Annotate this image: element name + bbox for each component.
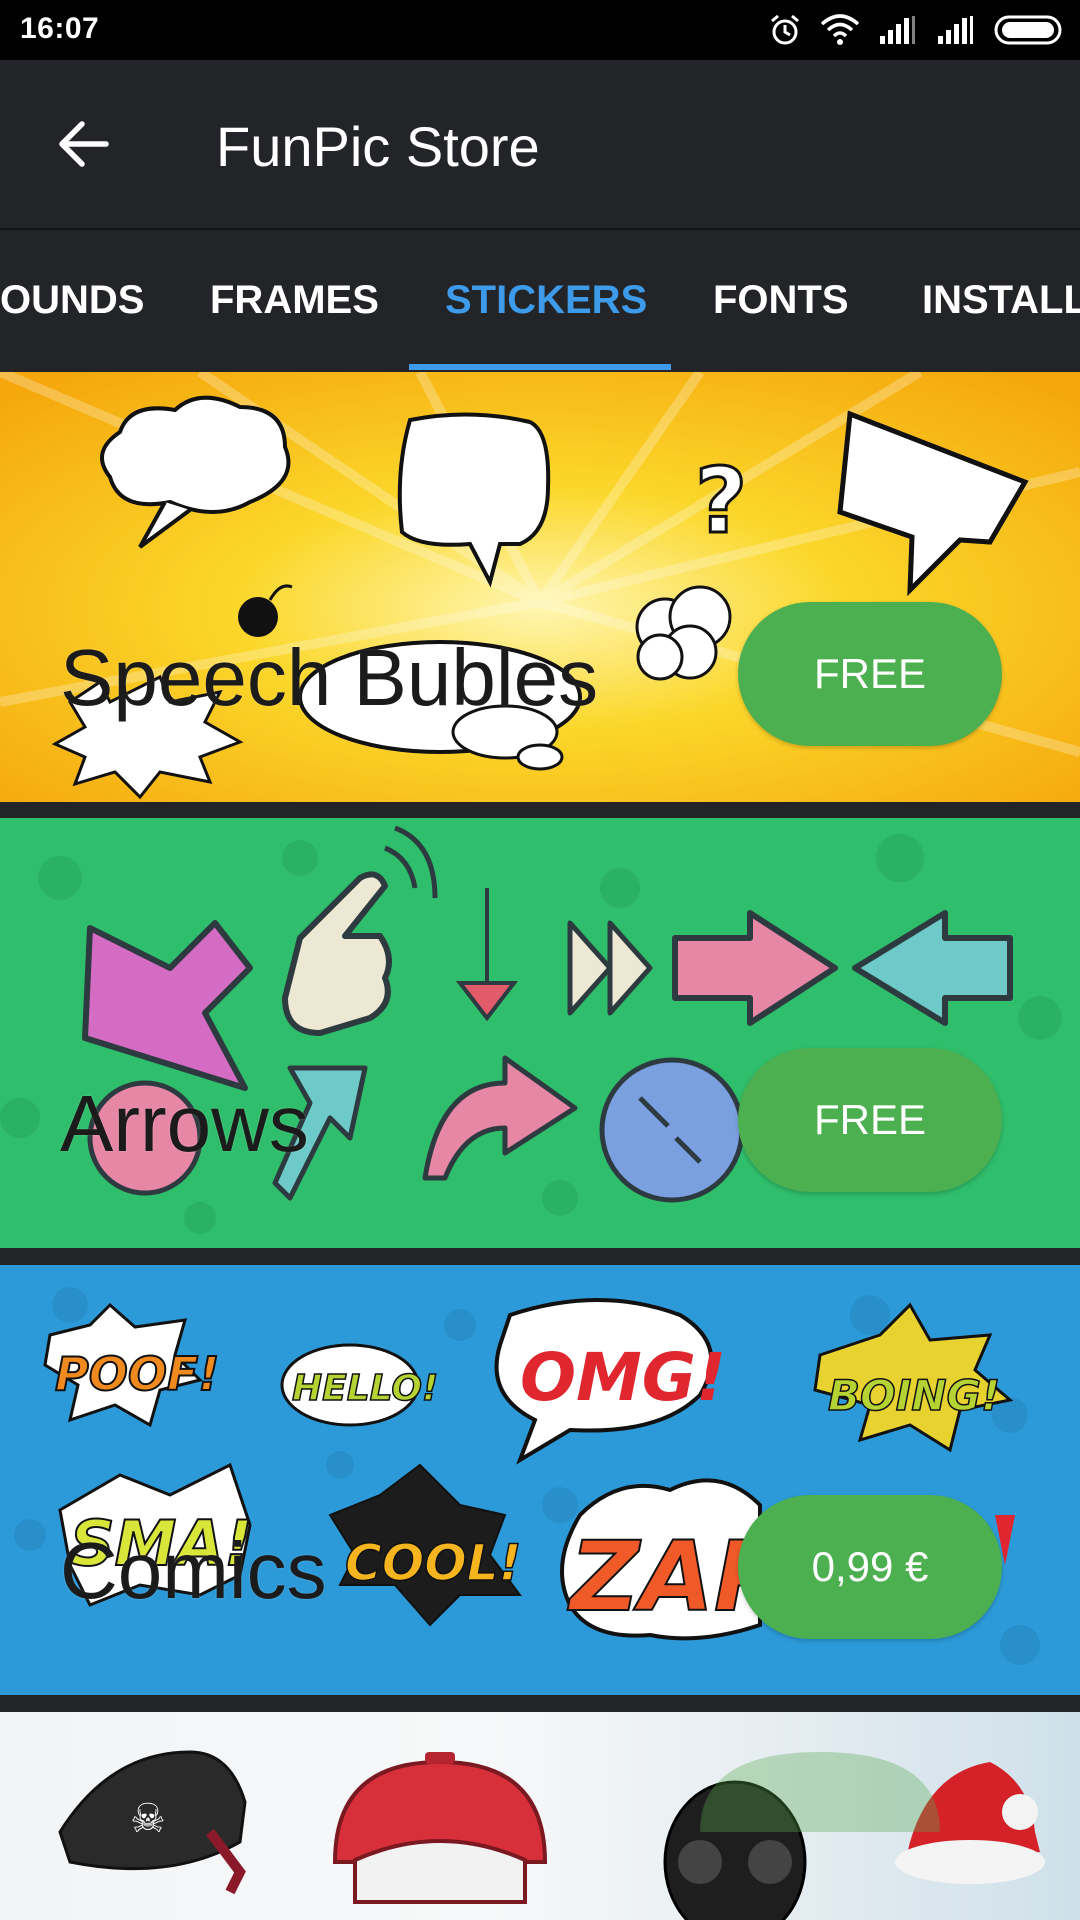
card-artwork: ☠ [58,1750,1045,1920]
tab-bar: OUNDS FRAMES STICKERS FONTS INSTALL [0,230,1080,370]
tab-indicator [409,364,671,370]
sticker-card-comics[interactable]: POOF! HELLO! OMG! BOING! SMA! COOL! ZAP … [0,1265,1080,1695]
page-title: FunPic Store [216,115,540,178]
tab-backgrounds[interactable]: OUNDS [0,278,144,322]
tab-frames[interactable]: FRAMES [210,278,379,322]
status-bar: 16:07 [0,0,1080,60]
back-button[interactable] [44,104,124,184]
svg-text:☠: ☠ [130,1796,166,1842]
app-bar: FunPic Store [0,60,1080,228]
price-button[interactable]: 0,99 € [738,1495,1002,1639]
battery-icon [994,15,1062,45]
bomb-shape [238,597,278,637]
status-time: 16:07 [20,12,100,45]
card-title: Comics [60,1526,327,1615]
sticker-card-speech-bubbles[interactable]: ? Speech Bubles FREE [0,372,1080,802]
card-title: Speech Bubles [60,633,599,722]
signal-icon [880,16,915,44]
svg-text:COOL!: COOL! [345,1534,521,1592]
svg-text:BOING!: BOING! [828,1371,1000,1420]
sticker-card-hats[interactable]: ☠ [0,1712,1080,1920]
svg-text:?: ? [695,449,747,554]
sticker-card-arrows[interactable]: Arrows FREE [0,818,1080,1248]
android-watermark [700,1752,940,1832]
price-button[interactable]: FREE [738,602,1002,746]
tab-stickers[interactable]: STICKERS [445,278,647,322]
svg-text:OMG!: OMG! [520,1339,726,1416]
wifi-icon [820,14,860,45]
svg-text:HELLO!: HELLO! [292,1368,438,1409]
blue-circle [599,1057,745,1203]
card-title: Arrows [60,1079,309,1168]
tab-installed[interactable]: INSTALL [922,278,1080,322]
svg-text:POOF!: POOF! [55,1347,219,1401]
price-button[interactable]: FREE [738,1048,1002,1192]
status-icons [768,10,1066,50]
signal-icon-2 [938,16,973,44]
alarm-icon [771,14,799,45]
arrow-back-icon [59,121,109,167]
tab-fonts[interactable]: FONTS [713,278,849,322]
